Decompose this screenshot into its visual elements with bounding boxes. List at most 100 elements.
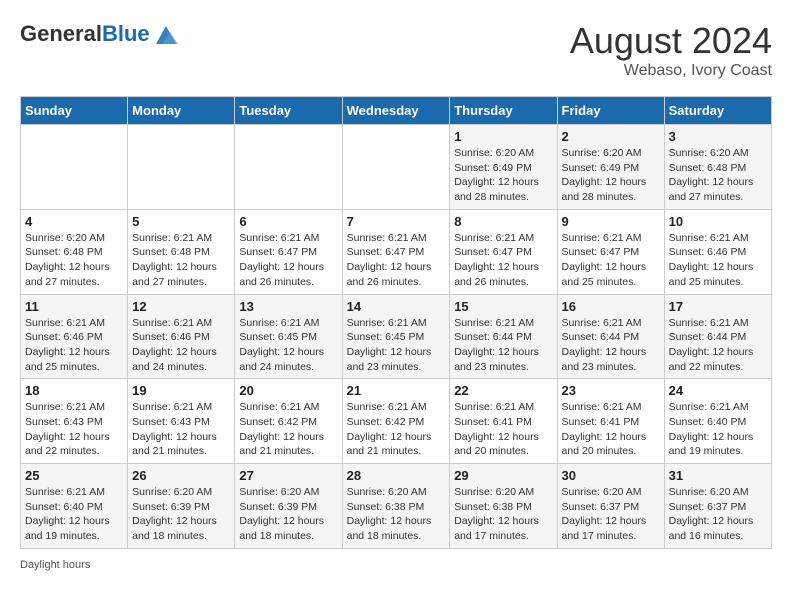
day-number: 22	[454, 383, 552, 398]
day-number: 28	[347, 468, 446, 483]
calendar-cell: 10 Sunrise: 6:21 AMSunset: 6:46 PMDayligh…	[664, 209, 771, 294]
day-number: 26	[132, 468, 230, 483]
day-info: Sunrise: 6:21 AMSunset: 6:41 PMDaylight:…	[562, 400, 660, 459]
day-number: 11	[25, 299, 123, 314]
day-number: 18	[25, 383, 123, 398]
calendar-cell: 20 Sunrise: 6:21 AMSunset: 6:42 PMDayligh…	[235, 379, 342, 464]
calendar-cell: 15 Sunrise: 6:21 AMSunset: 6:44 PMDayligh…	[450, 294, 557, 379]
day-number: 16	[562, 299, 660, 314]
day-number: 5	[132, 214, 230, 229]
day-info: Sunrise: 6:21 AMSunset: 6:47 PMDaylight:…	[454, 231, 552, 290]
logo-blue-text: Blue	[102, 21, 150, 46]
calendar-cell: 31Sunrise: 6:20 AMSunset: 6:37 PMDayligh…	[664, 464, 771, 549]
day-info: Sunrise: 6:21 AMSunset: 6:47 PMDaylight:…	[562, 231, 660, 290]
day-info: Sunrise: 6:21 AMSunset: 6:44 PMDaylight:…	[454, 316, 552, 375]
day-number: 6	[239, 214, 337, 229]
calendar-cell: 6 Sunrise: 6:21 AMSunset: 6:47 PMDaylight…	[235, 209, 342, 294]
day-info: Sunrise: 6:21 AMSunset: 6:48 PMDaylight:…	[132, 231, 230, 290]
day-info: Sunrise: 6:20 AMSunset: 6:39 PMDaylight:…	[239, 485, 337, 544]
day-info: Sunrise: 6:21 AMSunset: 6:46 PMDaylight:…	[669, 231, 767, 290]
calendar-cell: 11 Sunrise: 6:21 AMSunset: 6:46 PMDayligh…	[21, 294, 128, 379]
day-number: 21	[347, 383, 446, 398]
calendar-week-row: 1Sunrise: 6:20 AMSunset: 6:49 PMDaylight…	[21, 125, 772, 210]
calendar-cell: 2Sunrise: 6:20 AMSunset: 6:49 PMDaylight…	[557, 125, 664, 210]
day-info: Sunrise: 6:21 AMSunset: 6:45 PMDaylight:…	[347, 316, 446, 375]
calendar-week-row: 25 Sunrise: 6:21 AMSunset: 6:40 PMDayligh…	[21, 464, 772, 549]
calendar-header-thursday: Thursday	[450, 97, 557, 125]
day-number: 31	[669, 468, 767, 483]
day-number: 27	[239, 468, 337, 483]
day-number: 17	[669, 299, 767, 314]
day-number: 24	[669, 383, 767, 398]
day-info: Sunrise: 6:21 AMSunset: 6:44 PMDaylight:…	[562, 316, 660, 375]
calendar-cell: 13 Sunrise: 6:21 AMSunset: 6:45 PMDayligh…	[235, 294, 342, 379]
calendar-header-saturday: Saturday	[664, 97, 771, 125]
calendar-header-monday: Monday	[128, 97, 235, 125]
day-info: Sunrise: 6:21 AMSunset: 6:41 PMDaylight:…	[454, 400, 552, 459]
day-info: Sunrise: 6:20 AMSunset: 6:39 PMDaylight:…	[132, 485, 230, 544]
month-title: August 2024	[570, 20, 772, 62]
day-info: Sunrise: 6:21 AMSunset: 6:46 PMDaylight:…	[132, 316, 230, 375]
calendar-header-wednesday: Wednesday	[342, 97, 450, 125]
day-number: 25	[25, 468, 123, 483]
day-number: 13	[239, 299, 337, 314]
calendar-cell: 17Sunrise: 6:21 AMSunset: 6:44 PMDayligh…	[664, 294, 771, 379]
day-info: Sunrise: 6:21 AMSunset: 6:42 PMDaylight:…	[347, 400, 446, 459]
location-subtitle: Webaso, Ivory Coast	[570, 62, 772, 80]
footer: Daylight hours	[20, 559, 772, 571]
calendar-cell: 30 Sunrise: 6:20 AMSunset: 6:37 PMDayligh…	[557, 464, 664, 549]
day-number: 15	[454, 299, 552, 314]
calendar-cell: 3 Sunrise: 6:20 AMSunset: 6:48 PMDaylight…	[664, 125, 771, 210]
calendar-week-row: 4 Sunrise: 6:20 AMSunset: 6:48 PMDaylight…	[21, 209, 772, 294]
calendar-cell: 5 Sunrise: 6:21 AMSunset: 6:48 PMDaylight…	[128, 209, 235, 294]
calendar-cell: 18Sunrise: 6:21 AMSunset: 6:43 PMDayligh…	[21, 379, 128, 464]
calendar-table: SundayMondayTuesdayWednesdayThursdayFrid…	[20, 96, 772, 549]
calendar-cell: 16 Sunrise: 6:21 AMSunset: 6:44 PMDayligh…	[557, 294, 664, 379]
day-info: Sunrise: 6:20 AMSunset: 6:38 PMDaylight:…	[454, 485, 552, 544]
calendar-cell	[21, 125, 128, 210]
calendar-header-row: SundayMondayTuesdayWednesdayThursdayFrid…	[21, 97, 772, 125]
day-info: Sunrise: 6:20 AMSunset: 6:48 PMDaylight:…	[669, 146, 767, 205]
calendar-header-sunday: Sunday	[21, 97, 128, 125]
calendar-cell: 19Sunrise: 6:21 AMSunset: 6:43 PMDayligh…	[128, 379, 235, 464]
day-info: Sunrise: 6:21 AMSunset: 6:46 PMDaylight:…	[25, 316, 123, 375]
calendar-cell: 9 Sunrise: 6:21 AMSunset: 6:47 PMDaylight…	[557, 209, 664, 294]
day-number: 30	[562, 468, 660, 483]
day-info: Sunrise: 6:21 AMSunset: 6:42 PMDaylight:…	[239, 400, 337, 459]
day-info: Sunrise: 6:21 AMSunset: 6:43 PMDaylight:…	[132, 400, 230, 459]
day-number: 14	[347, 299, 446, 314]
day-info: Sunrise: 6:21 AMSunset: 6:45 PMDaylight:…	[239, 316, 337, 375]
calendar-cell: 8 Sunrise: 6:21 AMSunset: 6:47 PMDaylight…	[450, 209, 557, 294]
calendar-week-row: 11 Sunrise: 6:21 AMSunset: 6:46 PMDayligh…	[21, 294, 772, 379]
day-number: 3	[669, 129, 767, 144]
day-number: 9	[562, 214, 660, 229]
calendar-cell: 28Sunrise: 6:20 AMSunset: 6:38 PMDayligh…	[342, 464, 450, 549]
day-info: Sunrise: 6:21 AMSunset: 6:40 PMDaylight:…	[669, 400, 767, 459]
calendar-header-friday: Friday	[557, 97, 664, 125]
day-info: Sunrise: 6:21 AMSunset: 6:40 PMDaylight:…	[25, 485, 123, 544]
calendar-cell: 14 Sunrise: 6:21 AMSunset: 6:45 PMDayligh…	[342, 294, 450, 379]
day-number: 4	[25, 214, 123, 229]
day-info: Sunrise: 6:21 AMSunset: 6:47 PMDaylight:…	[239, 231, 337, 290]
day-number: 8	[454, 214, 552, 229]
calendar-cell: 21 Sunrise: 6:21 AMSunset: 6:42 PMDayligh…	[342, 379, 450, 464]
day-number: 20	[239, 383, 337, 398]
daylight-hours-label: Daylight hours	[20, 559, 90, 571]
calendar-cell: 1Sunrise: 6:20 AMSunset: 6:49 PMDaylight…	[450, 125, 557, 210]
page-header: GeneralBlue August 2024 Webaso, Ivory Co…	[20, 20, 772, 80]
calendar-cell: 24 Sunrise: 6:21 AMSunset: 6:40 PMDayligh…	[664, 379, 771, 464]
day-number: 10	[669, 214, 767, 229]
day-info: Sunrise: 6:20 AMSunset: 6:48 PMDaylight:…	[25, 231, 123, 290]
logo-general-text: General	[20, 21, 102, 46]
day-number: 7	[347, 214, 446, 229]
day-info: Sunrise: 6:21 AMSunset: 6:47 PMDaylight:…	[347, 231, 446, 290]
calendar-header-tuesday: Tuesday	[235, 97, 342, 125]
logo-icon	[152, 20, 180, 48]
calendar-cell: 4 Sunrise: 6:20 AMSunset: 6:48 PMDaylight…	[21, 209, 128, 294]
calendar-cell	[128, 125, 235, 210]
calendar-cell	[342, 125, 450, 210]
day-number: 1	[454, 129, 552, 144]
logo: GeneralBlue	[20, 20, 180, 48]
calendar-cell: 7 Sunrise: 6:21 AMSunset: 6:47 PMDaylight…	[342, 209, 450, 294]
day-info: Sunrise: 6:20 AMSunset: 6:37 PMDaylight:…	[562, 485, 660, 544]
